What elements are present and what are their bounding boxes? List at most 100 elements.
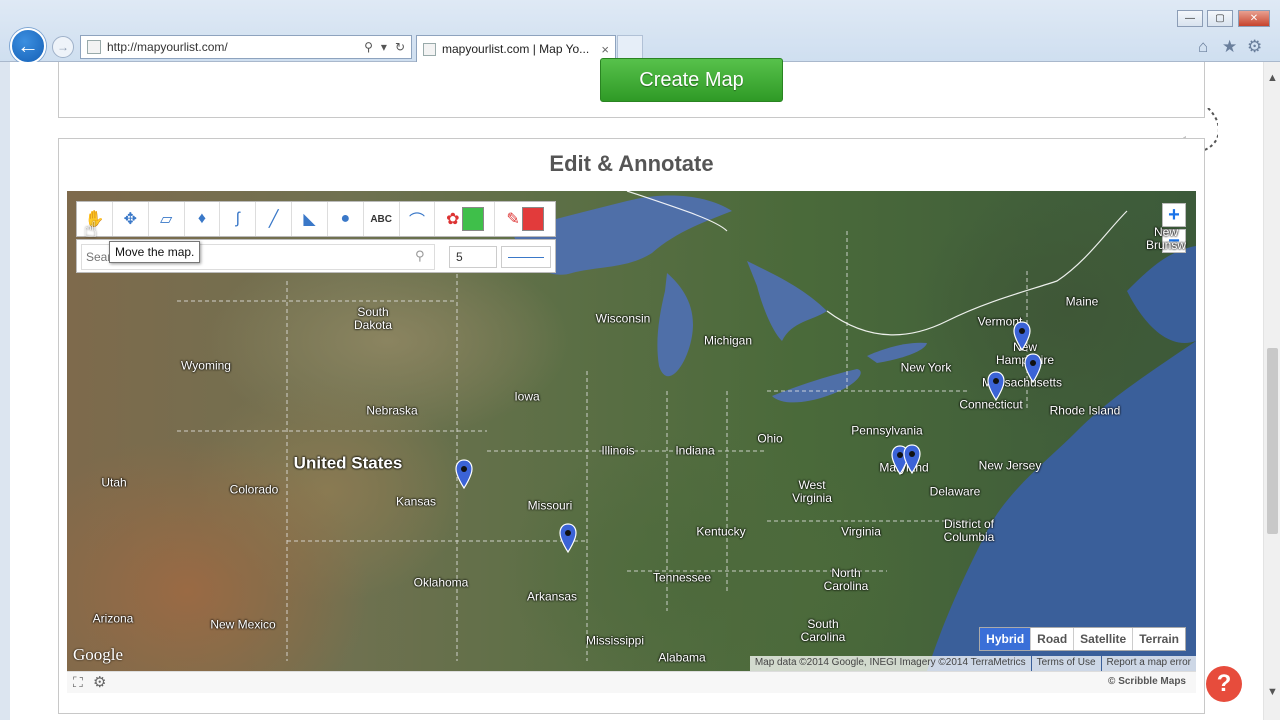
place-label: Illinois [601,443,635,458]
place-label: Kansas [395,494,437,509]
text-tool-button[interactable]: ABC [364,202,400,236]
maximize-icon: ▢ [1215,13,1225,24]
forward-button[interactable]: → [52,36,74,58]
tab-close-icon[interactable]: × [601,42,609,57]
search-icon[interactable]: ⚲ [415,248,425,264]
tab-favicon-icon [423,42,436,56]
map-marker-icon[interactable] [455,459,473,489]
report-map-error-link[interactable]: Report a map error [1101,656,1196,671]
left-frame [0,62,10,720]
forward-arrow-icon: → [57,40,69,54]
settings-gear-icon[interactable]: ⚙ [1247,37,1262,57]
scribble-maps-credit[interactable]: © Scribble Maps [1108,676,1186,687]
place-label: Alabama [658,650,706,665]
tab-title: mapyourlist.com | Map Yo... [442,42,590,56]
map-type-satellite[interactable]: Satellite [1074,628,1134,650]
line-color-picker[interactable]: ✎ [495,202,555,236]
circle-tool-button[interactable]: ● [328,202,364,236]
scroll-down-icon[interactable]: ▼ [1267,686,1278,698]
help-button[interactable]: ? [1206,666,1242,702]
fill-color-swatch[interactable] [461,207,484,231]
page-content: Create Map Edit & Annotate ✋ ✥ ▱ ♦ ʃ ╱ ◣… [0,58,1280,720]
favorites-star-icon[interactable]: ★ [1222,37,1237,57]
place-label: Colorado [229,482,279,497]
search-icon[interactable]: ⚲ [364,40,373,54]
minimize-button[interactable]: — [1177,10,1203,27]
map-type-road[interactable]: Road [1031,628,1075,650]
create-map-panel: Create Map [58,58,1205,118]
place-label: United States [293,453,403,473]
map-type-control: Hybrid Road Satellite Terrain [979,627,1186,651]
place-label: Maine [1065,294,1099,309]
stroke-width-stepper[interactable]: 5 [449,246,497,268]
place-label: Indiana [675,443,715,458]
move-icon: ✥ [123,211,137,228]
measure-tool-button[interactable]: ⌒ [400,202,436,236]
browser-tab[interactable]: mapyourlist.com | Map Yo... × [416,35,616,62]
home-icon[interactable]: ⌂ [1198,37,1208,57]
place-label: Pennsylvania [851,423,923,438]
page-icon [87,40,101,54]
freehand-tool-button[interactable]: ʃ [220,202,257,236]
scroll-up-icon[interactable]: ▲ [1267,72,1278,84]
place-label: North Carolina [823,566,869,593]
place-label: Virginia [841,524,881,539]
google-logo: Google [73,645,124,664]
window-close-button[interactable]: ✕ [1238,10,1270,27]
hand-cursor-icon: ☝ [84,217,98,242]
fill-tool-button[interactable]: ♦ [185,202,221,236]
settings-icon[interactable]: ⚙ [93,673,106,691]
place-label: New Brunsw [1145,225,1187,252]
map-marker-icon[interactable] [903,444,921,474]
polygon-tool-button[interactable]: ◣ [292,202,328,236]
map-marker-icon[interactable] [1013,321,1031,351]
place-label: District of Columbia [943,517,995,544]
stroke-style-select[interactable] [501,246,551,268]
place-label: Mississippi [585,633,645,648]
place-label: Michigan [703,333,753,348]
place-label: Missouri [527,498,573,513]
address-bar[interactable]: http://mapyourlist.com/ ⚲ ▾ ↻ [80,35,412,59]
tooltip: Move the map. [109,241,201,263]
map-type-hybrid[interactable]: Hybrid [980,628,1032,650]
place-label: Iowa [514,389,540,404]
scroll-thumb[interactable] [1267,348,1278,534]
back-button[interactable]: ← [10,28,46,64]
place-label: Oklahoma [413,575,469,590]
fullscreen-icon[interactable]: ⛶ [73,674,83,691]
zoom-in-button[interactable]: + [1162,203,1186,227]
refresh-icon[interactable]: ↻ [395,40,405,54]
place-label: Rhode Island [1049,403,1121,418]
eraser-tool-button[interactable]: ▱ [149,202,185,236]
question-icon: ? [1216,670,1232,697]
map-marker-icon[interactable] [1024,353,1042,383]
move-tool-button[interactable]: ✥ [113,202,149,236]
scrollbar[interactable]: ▲ ▼ [1263,62,1280,720]
map-marker-icon[interactable] [559,523,577,553]
eraser-icon: ▱ [159,211,173,228]
maximize-button[interactable]: ▢ [1207,10,1233,27]
place-label: Arkansas [526,589,578,604]
terms-of-use-link[interactable]: Terms of Use [1031,656,1101,671]
fill-icon: ♦ [197,210,207,227]
line-color-swatch[interactable] [521,207,544,231]
url-text[interactable]: http://mapyourlist.com/ [107,40,356,54]
measure-icon: ⌒ [409,213,426,230]
stroke-width-value: 5 [456,250,463,264]
map-canvas[interactable]: ✋ ✥ ▱ ♦ ʃ ╱ ◣ ● ABC ⌒ ✿ ✎ ⚲ 5 Move the [67,191,1196,671]
place-label: Delaware [929,484,981,499]
place-label: New Jersey [978,458,1042,473]
place-label: New Mexico [210,617,276,632]
text-tool-label: ABC [370,213,392,225]
place-label: Utah [101,475,127,490]
place-label: New York [900,360,952,375]
freehand-icon: ʃ [236,210,240,227]
map-marker-icon[interactable] [987,371,1005,401]
polygon-icon: ◣ [303,211,316,228]
place-label: Tennessee [652,570,712,585]
line-tool-button[interactable]: ╱ [256,202,293,236]
map-type-terrain[interactable]: Terrain [1133,628,1185,650]
create-map-button[interactable]: Create Map [600,58,783,102]
fill-color-picker[interactable]: ✿ [435,202,496,236]
dropdown-icon[interactable]: ▾ [381,40,387,54]
